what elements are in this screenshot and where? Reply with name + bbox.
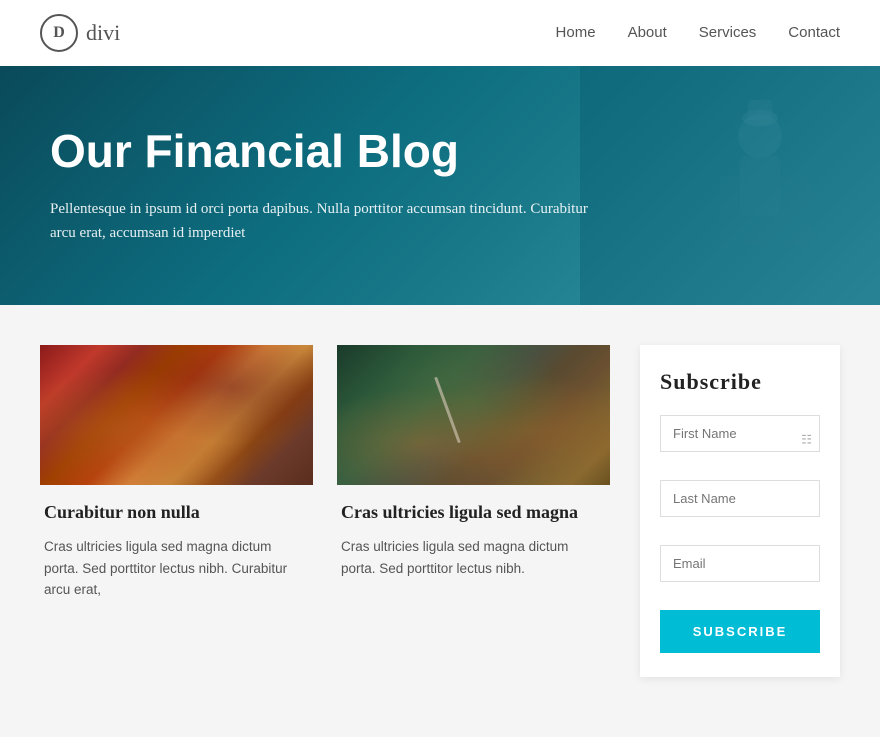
email-wrapper <box>660 545 820 596</box>
blog-card-1-text: Cras ultricies ligula sed magna dictum p… <box>44 536 309 601</box>
email-input[interactable] <box>660 545 820 582</box>
subscribe-title: Subscribe <box>660 369 820 395</box>
hero-title: Our Financial Blog <box>50 126 670 177</box>
subscribe-box: Subscribe ☷ SUBSCRIBE <box>640 345 840 677</box>
hero-subtitle: Pellentesque in ipsum id orci porta dapi… <box>50 197 610 245</box>
blog-card-2: Cras ultricies ligula sed magna Cras ult… <box>337 345 610 677</box>
nav-contact[interactable]: Contact <box>788 24 840 41</box>
subscribe-sidebar: Subscribe ☷ SUBSCRIBE <box>640 345 840 677</box>
blog-card-1: Curabitur non nulla Cras ultricies ligul… <box>40 345 313 677</box>
nav-services[interactable]: Services <box>699 24 757 41</box>
logo-icon: D <box>40 14 78 52</box>
subscribe-button[interactable]: SUBSCRIBE <box>660 610 820 653</box>
nav-home[interactable]: Home <box>556 24 596 41</box>
blog-posts: Curabitur non nulla Cras ultricies ligul… <box>40 345 610 677</box>
last-name-wrapper <box>660 480 820 531</box>
navigation: D divi Home About Services Contact <box>0 0 880 66</box>
first-name-wrapper: ☷ <box>660 415 820 466</box>
blog-card-1-image <box>40 345 313 485</box>
nav-links: Home About Services Contact <box>556 24 840 42</box>
blog-card-1-body: Curabitur non nulla Cras ultricies ligul… <box>40 485 313 601</box>
last-name-input[interactable] <box>660 480 820 517</box>
blog-card-2-text: Cras ultricies ligula sed magna dictum p… <box>341 536 606 579</box>
blog-card-2-title: Cras ultricies ligula sed magna <box>341 501 606 524</box>
blog-card-1-title: Curabitur non nulla <box>44 501 309 524</box>
main-content: Curabitur non nulla Cras ultricies ligul… <box>0 305 880 737</box>
blog-card-2-image <box>337 345 610 485</box>
blog-card-2-body: Cras ultricies ligula sed magna Cras ult… <box>337 485 610 580</box>
logo-link[interactable]: D divi <box>40 14 120 52</box>
first-name-icon: ☷ <box>801 433 812 448</box>
nav-about[interactable]: About <box>628 24 667 41</box>
logo-text: divi <box>86 20 120 46</box>
first-name-input[interactable] <box>660 415 820 452</box>
hero-section: Our Financial Blog Pellentesque in ipsum… <box>0 66 880 305</box>
